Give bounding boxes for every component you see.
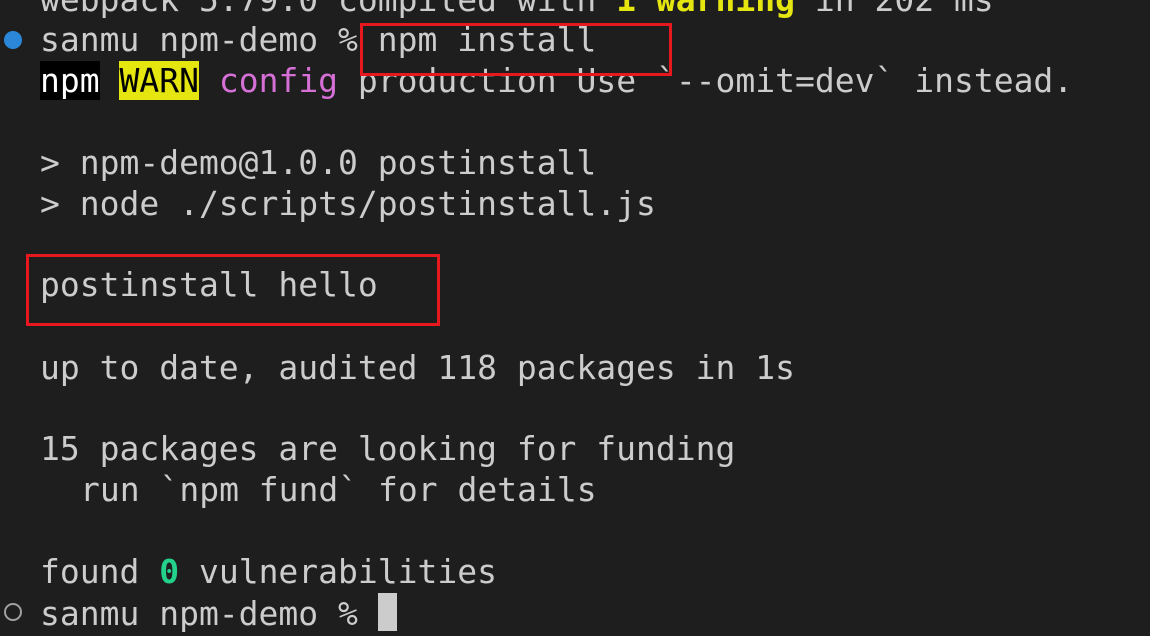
warning-count: 1 warning (616, 0, 795, 19)
terminal-panel[interactable]: webpack 5.79.0 compiled with 1 warning i… (0, 0, 1150, 636)
command-text: npm install (377, 20, 597, 59)
final-prompt-line[interactable]: sanmu npm-demo % (40, 593, 397, 634)
warn-label: WARN (119, 61, 199, 100)
prompt-status-dot-icon[interactable] (4, 603, 22, 621)
vuln-count: 0 (159, 552, 180, 591)
vuln-suffix: vulnerabilities (179, 552, 497, 591)
funding-line: 15 packages are looking for funding (40, 429, 736, 468)
script-header-line: > npm-demo@1.0.0 postinstall (40, 143, 597, 182)
npm-label: npm (40, 61, 100, 100)
webpack-suffix: in 202 ms (795, 0, 994, 19)
webpack-output-line: webpack 5.79.0 compiled with 1 warning i… (40, 0, 994, 21)
command-status-dot-icon[interactable] (4, 31, 22, 49)
webpack-prefix: webpack 5.79.0 compiled with (40, 0, 616, 19)
script-command-line: > node ./scripts/postinstall.js (40, 184, 656, 223)
text-cursor (377, 593, 397, 631)
vuln-prefix: found (40, 552, 160, 591)
warn-message: production Use `--omit=dev` instead. (338, 61, 1074, 100)
command-line: sanmu npm-demo % npm install (40, 20, 596, 61)
funding-hint-line: run `npm fund` for details (80, 470, 597, 509)
vulnerabilities-line: found 0 vulnerabilities (40, 552, 497, 593)
final-prompt-text: sanmu npm-demo % (40, 594, 378, 633)
postinstall-output-line: postinstall hello (40, 265, 378, 304)
npm-warn-line: npm WARN config production Use `--omit=d… (40, 61, 1073, 102)
audit-line: up to date, audited 118 packages in 1s (40, 348, 795, 387)
config-label: config (218, 61, 339, 100)
prompt-text: sanmu npm-demo % (40, 20, 378, 59)
